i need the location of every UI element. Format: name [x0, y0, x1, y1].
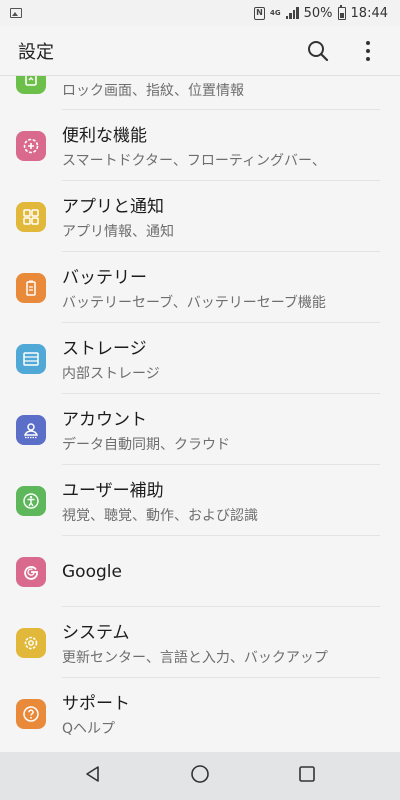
settings-item-battery[interactable]: バッテリー バッテリーセーブ、バッテリーセーブ機能: [0, 252, 400, 323]
apps-grid-icon: [16, 201, 46, 232]
battery-percent: 50%: [303, 5, 333, 21]
app-bar: 設定: [0, 26, 400, 76]
battery-icon: [16, 272, 46, 303]
recents-icon[interactable]: [297, 764, 317, 788]
settings-item-support[interactable]: サポート Qヘルプ: [0, 678, 400, 749]
signal-icon: [285, 7, 299, 19]
gallery-notification-icon: [10, 8, 22, 18]
settings-item-lock-screen[interactable]: ロック画面、指紋、位置情報: [0, 64, 400, 110]
settings-item-accessibility[interactable]: ユーザー補助 視覚、聴覚、動作、および認識: [0, 465, 400, 536]
page-title: 設定: [18, 41, 54, 63]
status-bar: N 4G 50% 18:44: [0, 0, 400, 26]
settings-item-title: アプリと通知: [62, 197, 164, 217]
system-gear-icon: [16, 627, 46, 658]
accessibility-icon: [16, 485, 46, 516]
settings-item-storage[interactable]: ストレージ 内部ストレージ: [0, 323, 400, 394]
back-icon[interactable]: [83, 764, 103, 788]
help-icon: [16, 698, 46, 729]
settings-item-title: ユーザー補助: [62, 481, 164, 501]
settings-item-subtitle: スマートドクター、フローティングバー、: [62, 153, 326, 169]
settings-item-subtitle: バッテリーセーブ、バッテリーセーブ機能: [62, 295, 326, 311]
more-vert-icon[interactable]: [354, 37, 382, 65]
settings-item-title: サポート: [62, 694, 130, 714]
settings-item-subtitle: Qヘルプ: [62, 721, 116, 737]
settings-item-subtitle: アプリ情報、通知: [62, 224, 174, 240]
lte-icon: 4G: [270, 8, 281, 17]
gear-plus-icon: [16, 130, 46, 161]
settings-item-title: 便利な機能: [62, 126, 147, 146]
settings-item-title: Google: [62, 561, 122, 582]
search-icon[interactable]: [304, 37, 332, 65]
settings-item-google[interactable]: Google: [0, 536, 400, 607]
home-icon[interactable]: [189, 763, 211, 789]
settings-item-title: システム: [62, 623, 130, 643]
nfc-icon: N: [254, 6, 265, 20]
navigation-bar: [0, 752, 400, 800]
settings-item-convenience[interactable]: 便利な機能 スマートドクター、フローティングバー、: [0, 110, 400, 181]
clock: 18:44: [350, 5, 388, 21]
settings-item-title: バッテリー: [62, 268, 147, 288]
settings-list: ロック画面、指紋、位置情報 便利な機能 スマートドクター、フローティングバー、 …: [0, 64, 400, 749]
google-icon: [16, 556, 46, 587]
storage-icon: [16, 343, 46, 374]
battery-status-icon: [337, 4, 346, 20]
settings-item-subtitle: 視覚、聴覚、動作、および認識: [62, 508, 258, 524]
settings-item-subtitle: 内部ストレージ: [62, 366, 160, 382]
settings-item-system[interactable]: システム 更新センター、言語と入力、バックアップ: [0, 607, 400, 678]
settings-item-subtitle: 更新センター、言語と入力、バックアップ: [62, 650, 328, 666]
account-icon: [16, 414, 46, 445]
settings-item-title: ストレージ: [62, 339, 147, 359]
settings-item-subtitle: データ自動同期、クラウド: [62, 437, 230, 453]
settings-item-title: アカウント: [62, 410, 147, 430]
settings-item-subtitle: ロック画面、指紋、位置情報: [62, 83, 244, 99]
settings-item-accounts[interactable]: アカウント データ自動同期、クラウド: [0, 394, 400, 465]
settings-item-apps[interactable]: アプリと通知 アプリ情報、通知: [0, 181, 400, 252]
